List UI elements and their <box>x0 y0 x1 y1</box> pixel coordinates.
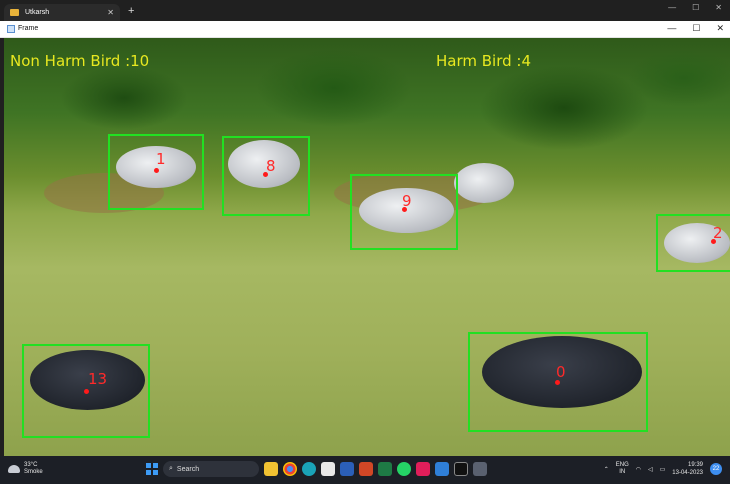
detection-label: 1 <box>156 150 166 168</box>
detection-box <box>656 214 730 272</box>
search-label: Search <box>176 465 200 473</box>
harm-bird-count: Harm Bird :4 <box>436 52 532 70</box>
notification-badge[interactable]: 22 <box>710 463 722 475</box>
minimize-button[interactable]: — <box>668 3 676 12</box>
cloud-icon <box>8 465 20 473</box>
vscode-icon[interactable] <box>435 462 449 476</box>
close-button[interactable]: ✕ <box>715 3 722 12</box>
non-harm-bird-count: Non Harm Bird :10 <box>10 52 150 70</box>
frame-close-button[interactable]: ✕ <box>716 23 724 34</box>
detection-centroid <box>402 207 407 212</box>
edge-icon[interactable] <box>302 462 316 476</box>
detection-label: 8 <box>266 157 276 175</box>
detection-centroid <box>711 239 716 244</box>
language-code: ENG <box>615 462 629 468</box>
slack-icon[interactable] <box>416 462 430 476</box>
region-code: IN <box>619 469 626 475</box>
detection-label: 0 <box>556 363 566 381</box>
file-explorer-icon[interactable] <box>264 462 278 476</box>
maximize-button[interactable]: ☐ <box>692 3 699 12</box>
system-tray: ⌃ ENG IN ◠ ◁ ▭ 19:39 13-04-2023 22 <box>604 461 722 477</box>
tab-utkarsh[interactable]: Utkarsh ✕ <box>4 4 120 21</box>
battery-icon[interactable]: ▭ <box>660 466 666 473</box>
excel-icon[interactable] <box>378 462 392 476</box>
wifi-icon[interactable]: ◠ <box>636 466 641 473</box>
frame-maximize-button[interactable]: ☐ <box>692 23 700 34</box>
video-frame: 1 8 9 2 13 0 Non Harm Bird :10 Harm Bird… <box>4 38 730 456</box>
powerpoint-icon[interactable] <box>359 462 373 476</box>
detection-centroid <box>84 389 89 394</box>
detection-box <box>350 174 458 250</box>
frame-title: Frame <box>18 25 39 32</box>
detection-centroid <box>555 380 560 385</box>
weather-widget[interactable]: 33°C Smoke <box>8 462 43 476</box>
taskbar-apps: ⌕ Search <box>146 461 487 477</box>
chevron-up-icon[interactable]: ⌃ <box>604 466 609 473</box>
word-icon[interactable] <box>340 462 354 476</box>
weather-temperature: 33°C <box>24 462 38 468</box>
frame-title-bar: Frame — ☐ ✕ <box>0 21 730 38</box>
clock-date: 13-04-2023 <box>672 470 703 476</box>
volume-icon[interactable]: ◁ <box>648 466 653 473</box>
terminal-icon[interactable] <box>454 462 468 476</box>
chrome-icon[interactable] <box>283 462 297 476</box>
whatsapp-icon[interactable] <box>397 462 411 476</box>
tab-close-icon[interactable]: ✕ <box>107 8 114 17</box>
search-icon: ⌕ <box>169 465 173 472</box>
tab-title: Utkarsh <box>25 9 50 16</box>
taskbar-search[interactable]: ⌕ Search <box>163 461 259 477</box>
clock[interactable]: 19:39 13-04-2023 <box>672 461 703 477</box>
clock-time: 19:39 <box>687 462 703 468</box>
frame-window-controls: — ☐ ✕ <box>667 23 724 34</box>
store-icon[interactable] <box>321 462 335 476</box>
taskbar: 33°C Smoke ⌕ Search ⌃ ENG IN ◠ ◁ ▭ 19:39 <box>0 456 730 484</box>
python-icon[interactable] <box>473 462 487 476</box>
pigeon <box>454 163 514 203</box>
folder-icon <box>10 9 19 16</box>
frame-app-icon <box>7 25 15 33</box>
detection-label: 13 <box>88 370 108 388</box>
windows-start-icon[interactable] <box>146 463 158 475</box>
browser-tab-bar: Utkarsh ✕ + — ☐ ✕ <box>0 0 730 21</box>
language-indicator[interactable]: ENG IN <box>616 462 629 476</box>
new-tab-button[interactable]: + <box>128 6 134 17</box>
detection-centroid <box>263 172 268 177</box>
detection-centroid <box>154 168 159 173</box>
browser-window-controls: — ☐ ✕ <box>668 3 722 12</box>
weather-description: Smoke <box>24 469 43 475</box>
frame-minimize-button[interactable]: — <box>667 23 676 34</box>
